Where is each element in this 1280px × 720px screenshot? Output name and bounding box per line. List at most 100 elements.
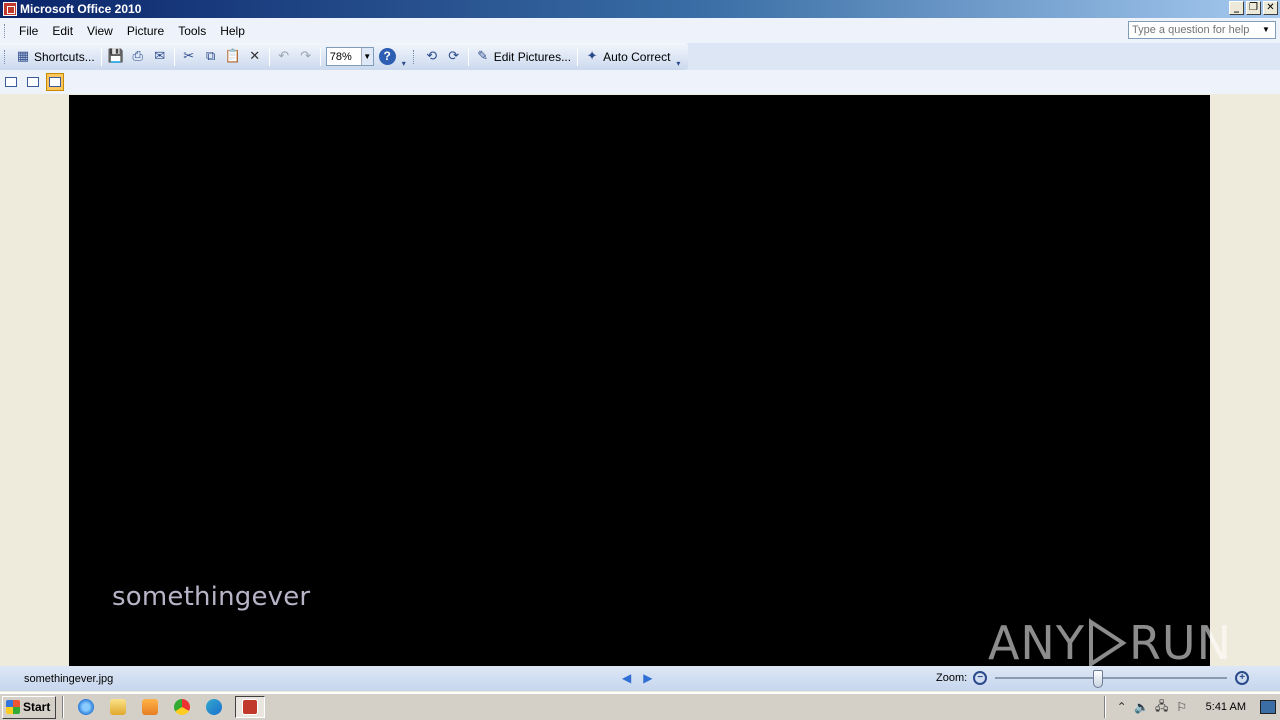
minimize-button[interactable]: _ (1229, 1, 1244, 15)
toolbar-separator (173, 47, 175, 66)
toolbar-separator (100, 47, 102, 66)
window-controls: _ ❐ ✕ (1229, 1, 1278, 15)
copy-button[interactable]: ⧉ (200, 46, 222, 68)
toolbar: ▦ Shortcuts... 💾 ⎙ ✉ ✂ ⧉ 📋 ✕ ↶ ↷ 78% ▼ ?… (0, 43, 1280, 70)
displayed-picture[interactable]: somethingever ANY RUN (69, 95, 1231, 670)
start-label: Start (23, 700, 51, 714)
cut-icon: ✂ (183, 48, 195, 64)
zoom-select[interactable]: 78% ▼ (325, 47, 374, 66)
view-mode-bar (0, 70, 1280, 94)
menu-edit[interactable]: Edit (45, 24, 80, 38)
action-center-flag-icon[interactable]: ⚐ (1174, 699, 1190, 715)
chrome-launcher[interactable] (171, 696, 193, 718)
single-picture-view-icon (49, 77, 61, 87)
auto-correct-button[interactable]: ✦ Auto Correct (581, 46, 673, 68)
zoom-control: Zoom: − + (936, 670, 1250, 688)
menu-tools[interactable]: Tools (171, 24, 213, 38)
paste-icon: 📋 (224, 48, 241, 64)
toolbar-options-icon[interactable]: ▾ (673, 46, 683, 68)
email-icon: ✉ (154, 48, 166, 64)
next-picture-icon[interactable]: ▶ (643, 671, 652, 685)
zoom-slider-track (995, 677, 1228, 679)
email-button[interactable]: ✉ (149, 46, 171, 68)
picture-canvas: somethingever ANY RUN (0, 94, 1280, 670)
delete-button[interactable]: ✕ (244, 46, 266, 68)
folder-icon (110, 699, 126, 715)
media-player-launcher[interactable] (139, 696, 161, 718)
cut-button[interactable]: ✂ (178, 46, 200, 68)
taskbar-separator (62, 696, 64, 718)
filmstrip-view-button[interactable] (24, 73, 42, 91)
show-hidden-icons-icon[interactable]: ⌃ (1114, 699, 1130, 715)
status-bar: somethingever.jpg ◀ ▶ Zoom: − + (0, 666, 1280, 691)
edit-pictures-icon: ✎ (477, 48, 489, 64)
watermark-run-text: RUN (1128, 616, 1232, 670)
shortcuts-label: Shortcuts... (34, 49, 95, 64)
edit-pictures-button[interactable]: ✎ Edit Pictures... (472, 46, 574, 68)
menu-help[interactable]: Help (213, 24, 252, 38)
toolbar-separator (577, 47, 579, 66)
save-icon: 💾 (107, 48, 124, 64)
menu-grip[interactable] (4, 23, 8, 38)
thumbnail-view-button[interactable] (2, 73, 20, 91)
taskbar-clock[interactable]: 5:41 AM (1206, 701, 1246, 713)
undo-button[interactable]: ↶ (273, 46, 295, 68)
toolbar-grip[interactable] (4, 49, 8, 64)
zoom-slider[interactable] (995, 670, 1228, 688)
explorer-launcher[interactable] (107, 696, 129, 718)
zoom-value: 78% (329, 50, 352, 63)
toolbar-grip[interactable] (412, 49, 417, 64)
internet-explorer-icon (78, 699, 94, 715)
help-dropdown-arrow-icon[interactable]: ▼ (1259, 22, 1273, 38)
delete-icon: ✕ (249, 48, 261, 64)
print-icon: ⎙ (132, 48, 143, 64)
rotate-left-button[interactable]: ⟲ (421, 46, 443, 68)
previous-picture-icon[interactable]: ◀ (622, 671, 631, 685)
windows-logo-icon (6, 700, 20, 714)
picture-manager-icon[interactable] (3, 2, 17, 16)
zoom-slider-thumb[interactable] (1093, 670, 1104, 688)
single-picture-view-button[interactable] (46, 73, 64, 91)
paste-button[interactable]: 📋 (222, 46, 244, 68)
rotate-right-button[interactable]: ⟳ (443, 46, 465, 68)
zoom-in-icon[interactable]: + (1235, 671, 1250, 685)
picture-navigation: ◀ ▶ (622, 671, 652, 685)
menu-picture[interactable]: Picture (120, 24, 171, 38)
edge-launcher[interactable] (203, 696, 225, 718)
file-name: somethingever.jpg (24, 672, 114, 685)
internet-explorer-launcher[interactable] (75, 696, 97, 718)
save-button[interactable]: 💾 (105, 46, 127, 68)
redo-button[interactable]: ↷ (295, 46, 317, 68)
edge-icon (206, 699, 222, 715)
start-button[interactable]: Start (2, 695, 56, 719)
taskbar: Start ⌃ 🔈 🖧 ⚐ 5:41 AM (0, 692, 1280, 720)
toolbar-options-icon[interactable]: ▾ (399, 46, 409, 68)
close-button[interactable]: ✕ (1263, 1, 1278, 15)
title-bar: Microsoft Office 2010 _ ❐ ✕ (0, 0, 1280, 18)
picture-manager-task[interactable] (235, 696, 265, 718)
menu-file[interactable]: File (12, 24, 45, 38)
undo-icon: ↶ (278, 48, 290, 64)
redo-icon: ↷ (300, 48, 312, 64)
rotate-right-icon: ⟳ (448, 48, 460, 64)
watermark-any-text: ANY (987, 616, 1085, 670)
shortcuts-icon: ▦ (16, 48, 30, 64)
network-icon[interactable]: 🖧 (1154, 699, 1170, 715)
shortcuts-button[interactable]: ▦ Shortcuts... (12, 46, 98, 68)
menu-view[interactable]: View (80, 24, 120, 38)
volume-icon[interactable]: 🔈 (1134, 699, 1150, 715)
picture-manager-task-icon (242, 699, 258, 715)
show-desktop-icon[interactable] (1260, 700, 1276, 714)
thumbnail-view-icon (5, 77, 17, 87)
rotate-left-icon: ⟲ (426, 48, 438, 64)
print-button[interactable]: ⎙ (127, 46, 149, 68)
system-tray: ⌃ 🔈 🖧 ⚐ 5:41 AM (1098, 694, 1280, 720)
help-search-input[interactable] (1129, 22, 1259, 38)
toolbar-separator (319, 47, 321, 66)
zoom-out-icon[interactable]: − (973, 671, 988, 685)
toolbar-separator (467, 47, 469, 66)
zoom-dropdown-arrow-icon[interactable]: ▼ (360, 48, 373, 65)
help-button[interactable]: ? (376, 46, 399, 68)
restore-button[interactable]: ❐ (1246, 1, 1261, 15)
edit-pictures-label: Edit Pictures... (493, 49, 572, 64)
